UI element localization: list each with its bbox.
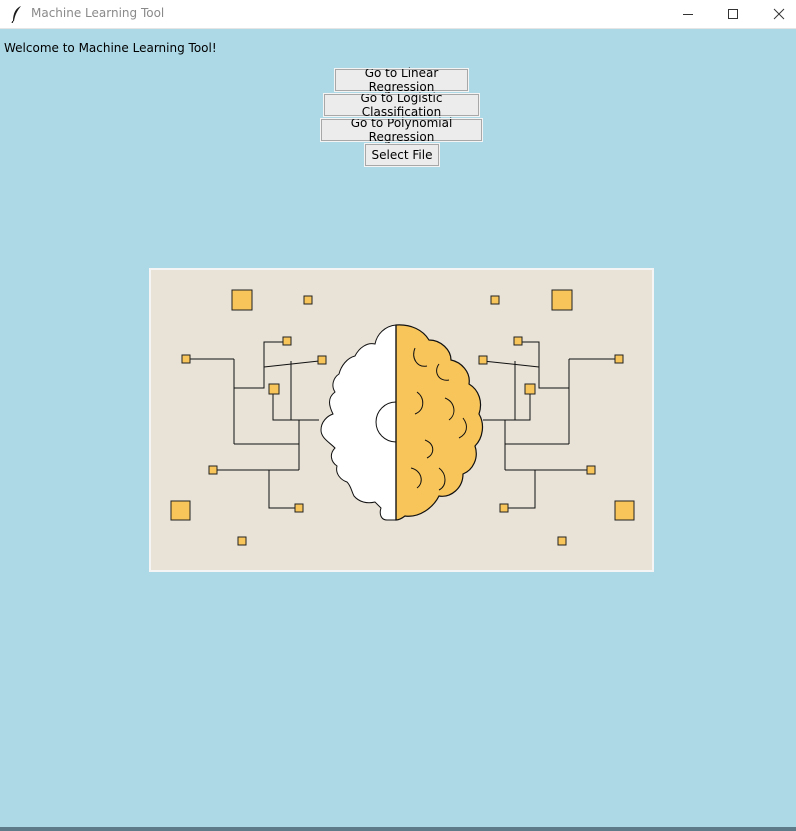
maximize-button[interactable] xyxy=(710,0,756,28)
feather-icon xyxy=(11,6,21,23)
title-bar[interactable]: Machine Learning Tool xyxy=(0,0,796,29)
close-icon xyxy=(773,8,785,20)
linear-regression-button[interactable]: Go to Linear Regression xyxy=(334,66,469,94)
logistic-classification-button[interactable]: Go to Logistic Classification xyxy=(323,91,480,119)
maximize-icon xyxy=(728,9,738,19)
window-title: Machine Learning Tool xyxy=(31,6,165,20)
taskbar-edge xyxy=(0,827,796,831)
welcome-label: Welcome to Machine Learning Tool! xyxy=(4,41,217,55)
ai-brain-gear-circuit-image xyxy=(149,268,654,572)
minimize-icon xyxy=(683,14,693,15)
close-button[interactable] xyxy=(756,0,796,28)
polynomial-regression-button[interactable]: Go to Polynomial Regression xyxy=(320,116,483,144)
select-file-button[interactable]: Select File xyxy=(364,143,440,167)
minimize-button[interactable] xyxy=(665,0,711,28)
main-window: Welcome to Machine Learning Tool! Go to … xyxy=(0,29,796,831)
